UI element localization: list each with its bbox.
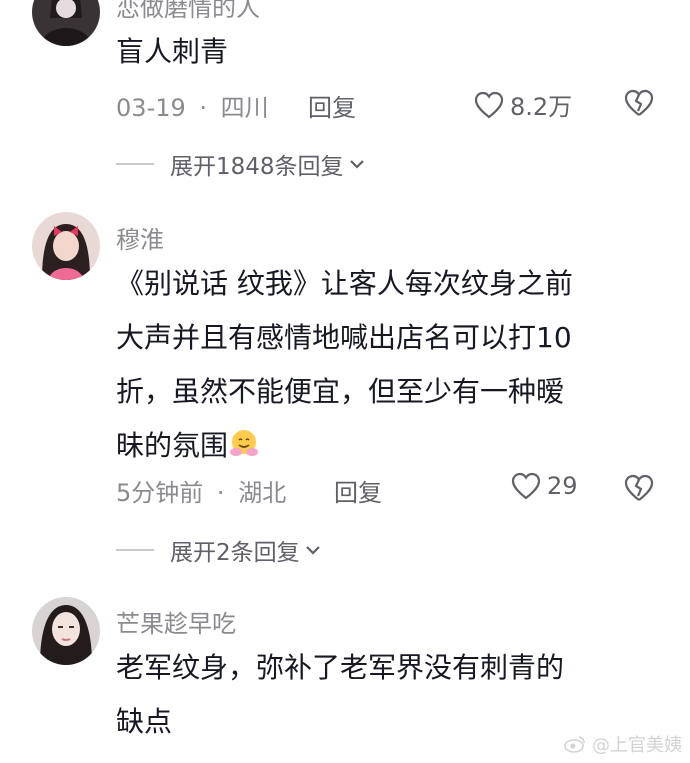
meta-separator: · [216,479,225,507]
comment-line-text: 昧的氛围 [116,429,229,462]
dislike-button[interactable] [624,89,654,121]
chevron-down-icon [305,546,320,555]
comment-line: 《别说话 纹我》让客人每次纹身之前 [116,267,573,300]
expand-replies-label: 展开2条回复 [170,540,300,566]
like-count: 29 [547,472,578,500]
comment-meta: 03-19 · 四川 [116,88,269,123]
dislike-button[interactable] [624,474,654,506]
expand-replies-button[interactable]: 展开2条回复 [116,533,322,567]
broken-heart-icon [624,474,654,501]
divider-line [116,163,154,165]
like-button[interactable]: 29 [511,472,578,500]
comment-line: 盲人刺青 [116,35,229,68]
comment-line: 昧的氛围 [116,419,573,473]
watermark: @上官美姨 [564,731,682,757]
comment-line: 大声并且有感情地喊出店名可以打10 [116,321,572,354]
comment-line: 折，虽然不能便宜，但至少有一种暧 [116,375,565,408]
meta-separator: · [199,94,208,122]
comment-meta: 5分钟前 · 湖北 [116,473,286,508]
comment-text: 老军纹身，弥补了老军界没有刺青的 缺点 [116,641,564,749]
avatar[interactable] [32,597,100,665]
comment-time: 03-19 [116,94,186,122]
like-button[interactable]: 8.2万 [474,87,572,122]
like-count: 8.2万 [510,93,573,121]
comment-username[interactable]: 芒果趁早吃 [116,604,236,639]
avatar[interactable] [32,212,100,280]
broken-heart-icon [624,89,654,116]
heart-icon [474,91,504,118]
expand-replies-button[interactable]: 展开1848条回复 [116,147,366,181]
comment-username[interactable]: 穆淮 [116,220,164,255]
comment-location: 四川 [220,94,269,122]
comment-username[interactable]: 恋做磨情的人 [116,0,260,23]
comment-line: 老军纹身，弥补了老军界没有刺青的 [116,651,565,684]
watermark-text: @上官美姨 [592,735,682,756]
comment-time: 5分钟前 [116,479,204,507]
comment-text: 盲人刺青 [116,25,228,79]
comment-line: 缺点 [116,705,173,738]
divider-line [116,549,154,551]
avatar[interactable] [32,0,100,46]
comment-location: 湖北 [238,479,287,507]
heart-icon [511,472,541,500]
reply-button[interactable]: 回复 [308,88,356,123]
expand-replies-label: 展开1848条回复 [170,154,344,180]
weibo-logo-icon [564,736,585,753]
chevron-down-icon [349,160,364,169]
reply-button[interactable]: 回复 [334,473,382,508]
hugging-face-emoji-icon [230,430,259,456]
comment-text: 《别说话 纹我》让客人每次纹身之前 大声并且有感情地喊出店名可以打10 折，虽然… [116,257,573,473]
